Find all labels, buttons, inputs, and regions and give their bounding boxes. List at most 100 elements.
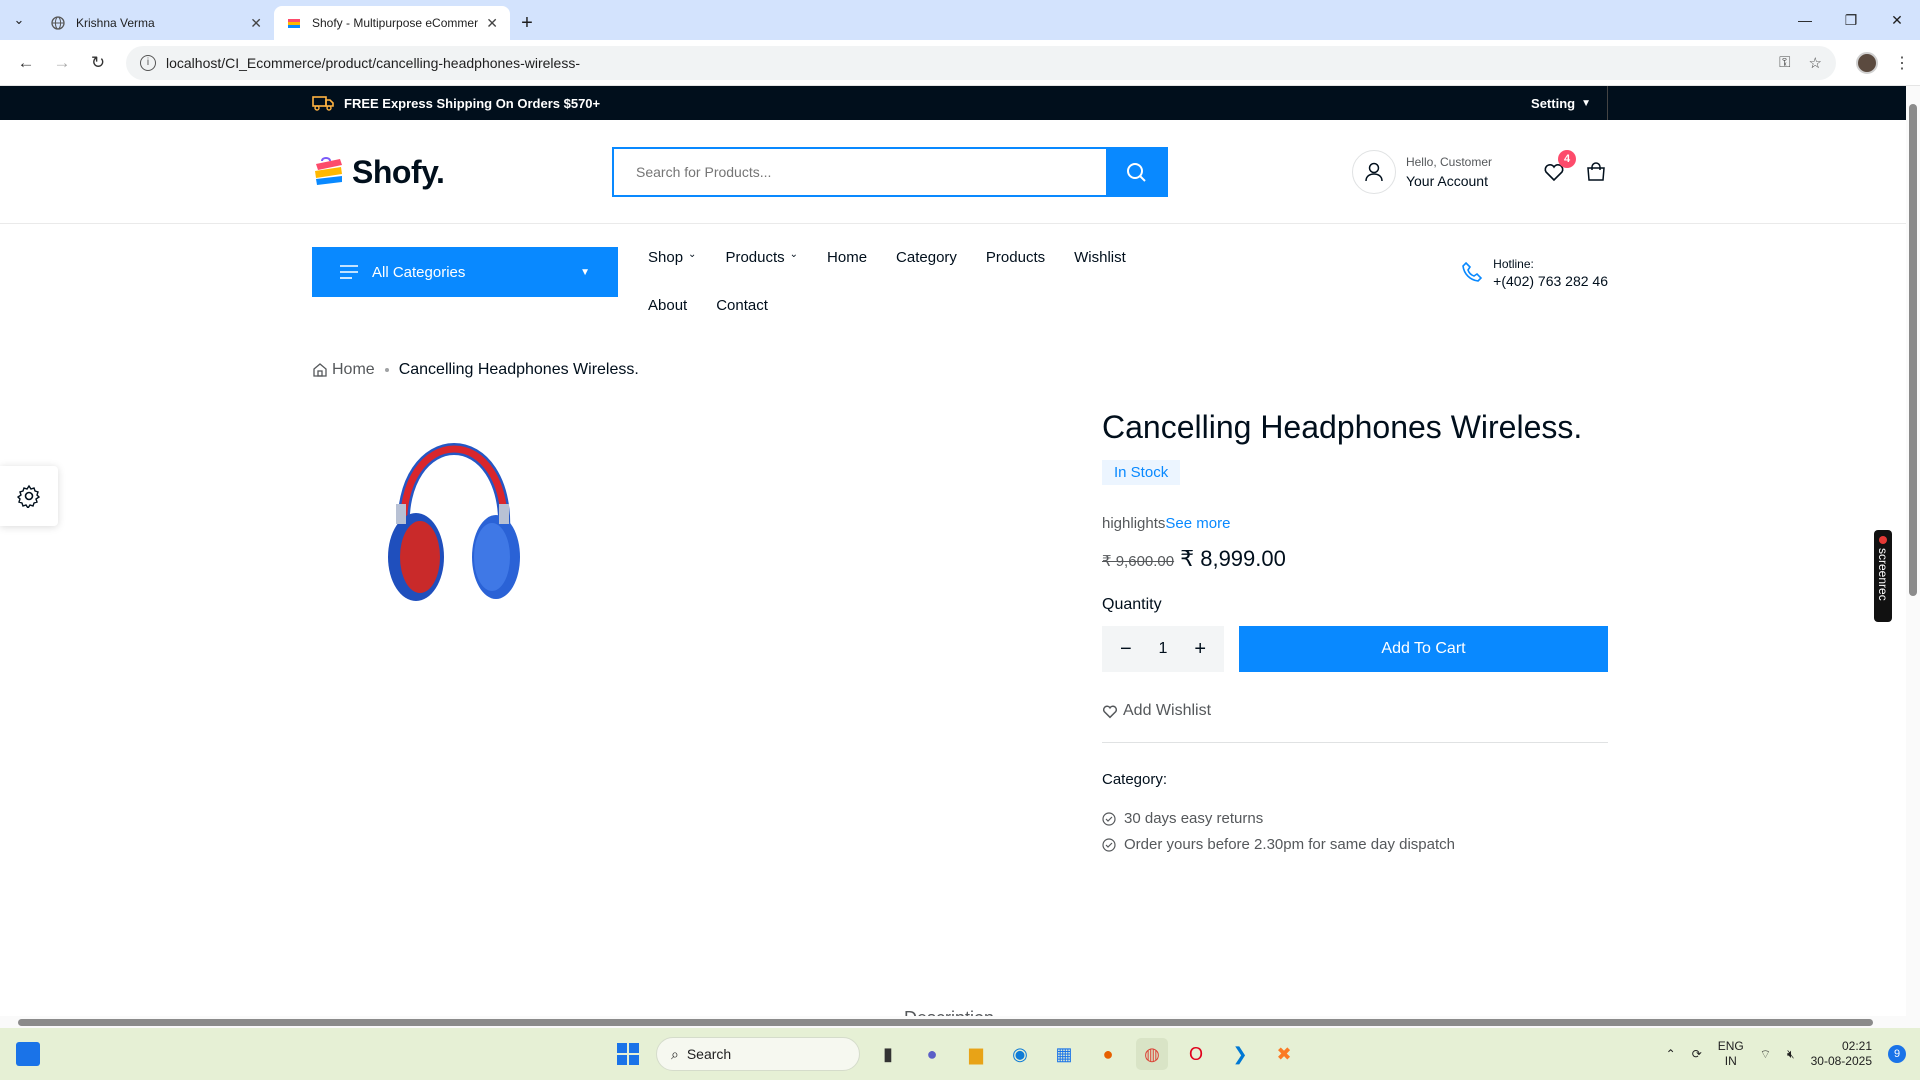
check-circle-icon <box>1102 837 1116 852</box>
breadcrumb-home[interactable]: Home <box>312 361 375 379</box>
windows-start-icon[interactable] <box>612 1038 644 1070</box>
screenrec-widget[interactable]: screenrec <box>1874 530 1892 622</box>
close-window-icon[interactable]: ✕ <box>1874 0 1920 40</box>
search-input[interactable] <box>614 149 1106 195</box>
profile-avatar[interactable] <box>1856 51 1878 74</box>
breadcrumb: Home Cancelling Headphones Wireless. <box>312 361 1608 379</box>
user-icon <box>1351 150 1396 194</box>
breadcrumb-current: Cancelling Headphones Wireless. <box>398 361 639 378</box>
nav-shop[interactable]: Shop ⌄ <box>648 247 696 295</box>
search-icon: ⌕ <box>671 1045 679 1062</box>
search-button[interactable] <box>1106 149 1166 195</box>
scrollbar-thumb[interactable] <box>1909 104 1917 596</box>
folder-icon[interactable]: ▆ <box>960 1038 992 1070</box>
bookmark-star-icon[interactable]: ☆ <box>1809 54 1822 72</box>
opera-icon[interactable]: O <box>1180 1038 1212 1070</box>
volume-muted-icon[interactable]: 🔇︎ <box>1787 1047 1795 1062</box>
nav-contact[interactable]: Contact <box>716 295 768 343</box>
feature-text: 30 days easy returns <box>1124 810 1264 827</box>
breadcrumb-home-label: Home <box>332 361 375 378</box>
add-to-cart-button[interactable]: Add To Cart <box>1239 626 1608 672</box>
store-icon[interactable]: ▦ <box>1048 1038 1080 1070</box>
record-dot-icon <box>1879 536 1887 544</box>
all-categories-label: All Categories <box>372 263 466 281</box>
account-link[interactable]: Hello, Customer Your Account <box>1351 150 1492 194</box>
add-wishlist-label: Add Wishlist <box>1123 702 1212 719</box>
main-menu-bar: All Categories ▼ Shop ⌄ Products ⌄ Home Ca… <box>0 224 1920 354</box>
nav-products[interactable]: Products <box>986 247 1045 295</box>
minimize-icon[interactable]: — <box>1782 0 1828 40</box>
chevron-down-icon: ▼ <box>580 266 590 278</box>
globe-icon <box>50 15 66 31</box>
site-header: Shofy. Hello, Customer Your Account <box>0 120 1920 224</box>
taskbar-search[interactable]: ⌕ Search <box>656 1037 860 1071</box>
back-icon[interactable]: ← <box>8 45 44 81</box>
feature-text: Order yours before 2.30pm for same day d… <box>1124 836 1455 853</box>
language-indicator[interactable]: ENG IN <box>1718 1039 1744 1069</box>
close-tab-icon[interactable]: ✕ <box>250 15 262 32</box>
teams-icon[interactable]: ● <box>916 1038 948 1070</box>
check-circle-icon <box>1102 811 1116 826</box>
product-details: Cancelling Headphones Wireless. In Stock… <box>1102 409 1608 862</box>
tab-krishna-verma[interactable]: Krishna Verma ✕ <box>38 6 274 40</box>
nav-wishlist[interactable]: Wishlist <box>1074 247 1126 295</box>
page-viewport: FREE Express Shipping On Orders $570+ Se… <box>0 86 1920 1028</box>
reload-icon[interactable]: ↻ <box>80 45 116 81</box>
product-search <box>612 147 1168 197</box>
chevron-up-icon[interactable]: ⌃ <box>1666 1047 1676 1061</box>
hotline-number[interactable]: +(402) 763 282 46 <box>1493 273 1608 289</box>
tab-title: Shofy - Multipurpose eCommer <box>312 16 479 30</box>
nav-about[interactable]: About <box>648 295 687 343</box>
shofy-logo-icon <box>315 157 342 185</box>
clock[interactable]: 02:21 30-08-2025 <box>1811 1039 1872 1069</box>
horizontal-scrollbar[interactable] <box>0 1016 1906 1028</box>
screenrec-label: screenrec <box>1876 548 1890 601</box>
vertical-scrollbar[interactable] <box>1906 86 1920 1028</box>
address-bar[interactable]: i localhost/CI_Ecommerce/product/cancell… <box>126 45 1836 80</box>
setting-dropdown[interactable]: Setting ▼ <box>1531 86 1608 120</box>
widgets-icon[interactable] <box>16 1042 40 1066</box>
password-key-icon[interactable]: ⚿ <box>1779 54 1790 71</box>
wifi-icon[interactable]: ⌔ <box>1760 1047 1771 1062</box>
theme-settings-button[interactable] <box>0 466 58 526</box>
tab-shofy[interactable]: Shofy - Multipurpose eCommer ✕ <box>274 6 510 40</box>
url-text: localhost/CI_Ecommerce/product/cancellin… <box>166 54 580 71</box>
chrome-icon[interactable]: ◍ <box>1136 1038 1168 1070</box>
product-price: ₹ 9,600.00 ₹ 8,999.00 <box>1102 546 1608 572</box>
shipping-notice: FREE Express Shipping On Orders $570+ <box>312 95 600 111</box>
close-tab-icon[interactable]: ✕ <box>486 15 498 32</box>
product-image[interactable] <box>382 439 522 609</box>
all-categories-button[interactable]: All Categories ▼ <box>312 247 618 297</box>
heart-icon <box>1102 705 1118 718</box>
quantity-value[interactable]: 1 <box>1159 640 1168 658</box>
tab-search-button[interactable]: ⌄ <box>0 0 38 40</box>
vscode-icon[interactable]: ❯ <box>1224 1038 1256 1070</box>
nav-products-dropdown[interactable]: Products ⌄ <box>725 247 798 295</box>
increase-quantity-button[interactable]: + <box>1194 638 1206 661</box>
restore-icon[interactable]: ❐ <box>1828 0 1874 40</box>
cart-button[interactable] <box>1584 160 1608 184</box>
see-more-link[interactable]: See more <box>1165 515 1230 532</box>
forward-icon[interactable]: → <box>44 45 80 81</box>
sync-icon[interactable]: ⟳ <box>1692 1047 1702 1061</box>
nav-category[interactable]: Category <box>896 247 957 295</box>
new-tab-button[interactable]: + <box>510 6 544 40</box>
decrease-quantity-button[interactable]: − <box>1120 638 1132 661</box>
notification-badge[interactable]: 9 <box>1888 1045 1906 1063</box>
add-wishlist-button[interactable]: Add Wishlist <box>1102 702 1608 743</box>
file-manager-icon[interactable]: ▮ <box>872 1038 904 1070</box>
category-label: Category: <box>1102 771 1168 788</box>
lang-region: IN <box>1724 1054 1737 1068</box>
stock-badge: In Stock <box>1102 460 1181 485</box>
edge-icon[interactable]: ◉ <box>1004 1038 1036 1070</box>
xampp-icon[interactable]: ✖ <box>1268 1038 1300 1070</box>
scrollbar-thumb[interactable] <box>18 1019 1873 1026</box>
site-info-icon[interactable]: i <box>140 54 156 71</box>
wishlist-button[interactable]: 4 <box>1542 150 1576 184</box>
browser-menu-icon[interactable]: ⋮ <box>1892 53 1912 73</box>
firefox-icon[interactable]: ● <box>1092 1038 1124 1070</box>
current-price: ₹ 8,999.00 <box>1180 546 1286 571</box>
site-logo[interactable]: Shofy. <box>312 154 612 191</box>
nav-home[interactable]: Home <box>827 247 867 295</box>
tab-title: Krishna Verma <box>76 16 155 30</box>
